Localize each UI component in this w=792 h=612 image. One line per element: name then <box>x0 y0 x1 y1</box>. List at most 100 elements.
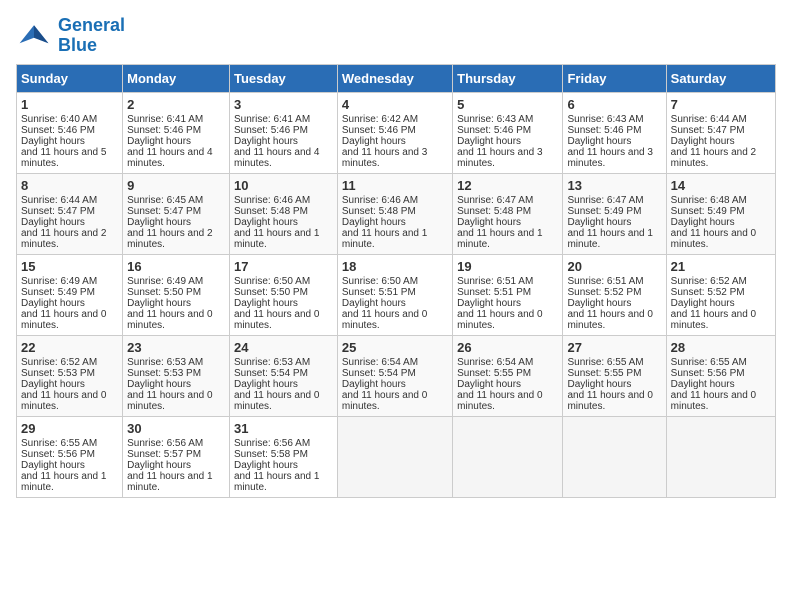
daylight-value: and 11 hours and 1 minute. <box>567 228 652 250</box>
sunrise-text: Sunrise: 6:44 AM <box>671 114 747 125</box>
calendar-cell: 2 Sunrise: 6:41 AM Sunset: 5:46 PM Dayli… <box>123 92 230 173</box>
calendar-cell: 18 Sunrise: 6:50 AM Sunset: 5:51 PM Dayl… <box>337 254 452 335</box>
sunrise-text: Sunrise: 6:55 AM <box>567 357 643 368</box>
daylight-value: and 11 hours and 0 minutes. <box>127 390 212 412</box>
sunrise-text: Sunrise: 6:52 AM <box>21 357 97 368</box>
sunrise-text: Sunrise: 6:46 AM <box>234 195 310 206</box>
daylight-label: Daylight hours <box>457 136 521 147</box>
sunrise-text: Sunrise: 6:53 AM <box>127 357 203 368</box>
calendar-cell: 14 Sunrise: 6:48 AM Sunset: 5:49 PM Dayl… <box>666 173 775 254</box>
sunrise-text: Sunrise: 6:44 AM <box>21 195 97 206</box>
daylight-label: Daylight hours <box>127 136 191 147</box>
calendar-cell <box>666 416 775 497</box>
sunrise-text: Sunrise: 6:56 AM <box>127 438 203 449</box>
sunset-text: Sunset: 5:55 PM <box>567 368 641 379</box>
sunset-text: Sunset: 5:47 PM <box>127 206 201 217</box>
daylight-value: and 11 hours and 0 minutes. <box>671 228 756 250</box>
day-number: 28 <box>671 340 771 355</box>
sunset-text: Sunset: 5:53 PM <box>127 368 201 379</box>
sunrise-text: Sunrise: 6:55 AM <box>671 357 747 368</box>
daylight-value: and 11 hours and 0 minutes. <box>234 309 319 331</box>
day-number: 21 <box>671 259 771 274</box>
day-number: 10 <box>234 178 333 193</box>
sunrise-text: Sunrise: 6:45 AM <box>127 195 203 206</box>
sunset-text: Sunset: 5:57 PM <box>127 449 201 460</box>
calendar-cell: 17 Sunrise: 6:50 AM Sunset: 5:50 PM Dayl… <box>230 254 338 335</box>
calendar-cell: 8 Sunrise: 6:44 AM Sunset: 5:47 PM Dayli… <box>17 173 123 254</box>
day-number: 2 <box>127 97 225 112</box>
daylight-label: Daylight hours <box>342 379 406 390</box>
daylight-value: and 11 hours and 1 minute. <box>457 228 542 250</box>
sunrise-text: Sunrise: 6:47 AM <box>567 195 643 206</box>
calendar-cell: 23 Sunrise: 6:53 AM Sunset: 5:53 PM Dayl… <box>123 335 230 416</box>
day-number: 14 <box>671 178 771 193</box>
day-number: 25 <box>342 340 448 355</box>
daylight-value: and 11 hours and 0 minutes. <box>671 390 756 412</box>
daylight-value: and 11 hours and 0 minutes. <box>567 309 652 331</box>
day-number: 31 <box>234 421 333 436</box>
daylight-value: and 11 hours and 0 minutes. <box>671 309 756 331</box>
day-number: 30 <box>127 421 225 436</box>
calendar-cell: 10 Sunrise: 6:46 AM Sunset: 5:48 PM Dayl… <box>230 173 338 254</box>
daylight-value: and 11 hours and 4 minutes. <box>234 147 319 169</box>
sunset-text: Sunset: 5:53 PM <box>21 368 95 379</box>
daylight-label: Daylight hours <box>457 298 521 309</box>
sunset-text: Sunset: 5:50 PM <box>127 287 201 298</box>
calendar-cell: 25 Sunrise: 6:54 AM Sunset: 5:54 PM Dayl… <box>337 335 452 416</box>
daylight-value: and 11 hours and 3 minutes. <box>457 147 542 169</box>
calendar-cell: 22 Sunrise: 6:52 AM Sunset: 5:53 PM Dayl… <box>17 335 123 416</box>
day-number: 3 <box>234 97 333 112</box>
daylight-label: Daylight hours <box>567 136 631 147</box>
sunset-text: Sunset: 5:46 PM <box>21 125 95 136</box>
daylight-label: Daylight hours <box>234 136 298 147</box>
sunrise-text: Sunrise: 6:41 AM <box>127 114 203 125</box>
calendar-week-row: 1 Sunrise: 6:40 AM Sunset: 5:46 PM Dayli… <box>17 92 776 173</box>
daylight-value: and 11 hours and 0 minutes. <box>21 309 106 331</box>
sunset-text: Sunset: 5:46 PM <box>457 125 531 136</box>
day-number: 20 <box>567 259 661 274</box>
daylight-label: Daylight hours <box>21 136 85 147</box>
day-number: 29 <box>21 421 118 436</box>
daylight-label: Daylight hours <box>671 379 735 390</box>
day-number: 18 <box>342 259 448 274</box>
sunset-text: Sunset: 5:52 PM <box>567 287 641 298</box>
col-header-thursday: Thursday <box>453 64 563 92</box>
calendar-cell: 7 Sunrise: 6:44 AM Sunset: 5:47 PM Dayli… <box>666 92 775 173</box>
daylight-value: and 11 hours and 0 minutes. <box>21 390 106 412</box>
daylight-value: and 11 hours and 0 minutes. <box>457 309 542 331</box>
daylight-label: Daylight hours <box>21 460 85 471</box>
sunset-text: Sunset: 5:48 PM <box>457 206 531 217</box>
calendar-cell: 28 Sunrise: 6:55 AM Sunset: 5:56 PM Dayl… <box>666 335 775 416</box>
daylight-label: Daylight hours <box>567 298 631 309</box>
daylight-value: and 11 hours and 0 minutes. <box>342 390 427 412</box>
day-number: 1 <box>21 97 118 112</box>
daylight-label: Daylight hours <box>342 298 406 309</box>
day-number: 6 <box>567 97 661 112</box>
sunrise-text: Sunrise: 6:40 AM <box>21 114 97 125</box>
day-number: 27 <box>567 340 661 355</box>
calendar-cell: 9 Sunrise: 6:45 AM Sunset: 5:47 PM Dayli… <box>123 173 230 254</box>
day-number: 15 <box>21 259 118 274</box>
sunrise-text: Sunrise: 6:41 AM <box>234 114 310 125</box>
sunset-text: Sunset: 5:49 PM <box>21 287 95 298</box>
calendar-cell: 27 Sunrise: 6:55 AM Sunset: 5:55 PM Dayl… <box>563 335 666 416</box>
calendar-cell: 29 Sunrise: 6:55 AM Sunset: 5:56 PM Dayl… <box>17 416 123 497</box>
daylight-value: and 11 hours and 0 minutes. <box>127 309 212 331</box>
sunrise-text: Sunrise: 6:43 AM <box>567 114 643 125</box>
day-number: 19 <box>457 259 558 274</box>
sunset-text: Sunset: 5:49 PM <box>671 206 745 217</box>
sunrise-text: Sunrise: 6:50 AM <box>342 276 418 287</box>
daylight-label: Daylight hours <box>21 379 85 390</box>
col-header-monday: Monday <box>123 64 230 92</box>
daylight-label: Daylight hours <box>671 136 735 147</box>
day-number: 24 <box>234 340 333 355</box>
logo: General Blue <box>16 16 125 56</box>
daylight-value: and 11 hours and 5 minutes. <box>21 147 106 169</box>
daylight-label: Daylight hours <box>457 217 521 228</box>
daylight-value: and 11 hours and 2 minutes. <box>127 228 212 250</box>
day-number: 11 <box>342 178 448 193</box>
calendar-cell: 11 Sunrise: 6:46 AM Sunset: 5:48 PM Dayl… <box>337 173 452 254</box>
sunrise-text: Sunrise: 6:51 AM <box>457 276 533 287</box>
sunset-text: Sunset: 5:48 PM <box>234 206 308 217</box>
sunrise-text: Sunrise: 6:55 AM <box>21 438 97 449</box>
